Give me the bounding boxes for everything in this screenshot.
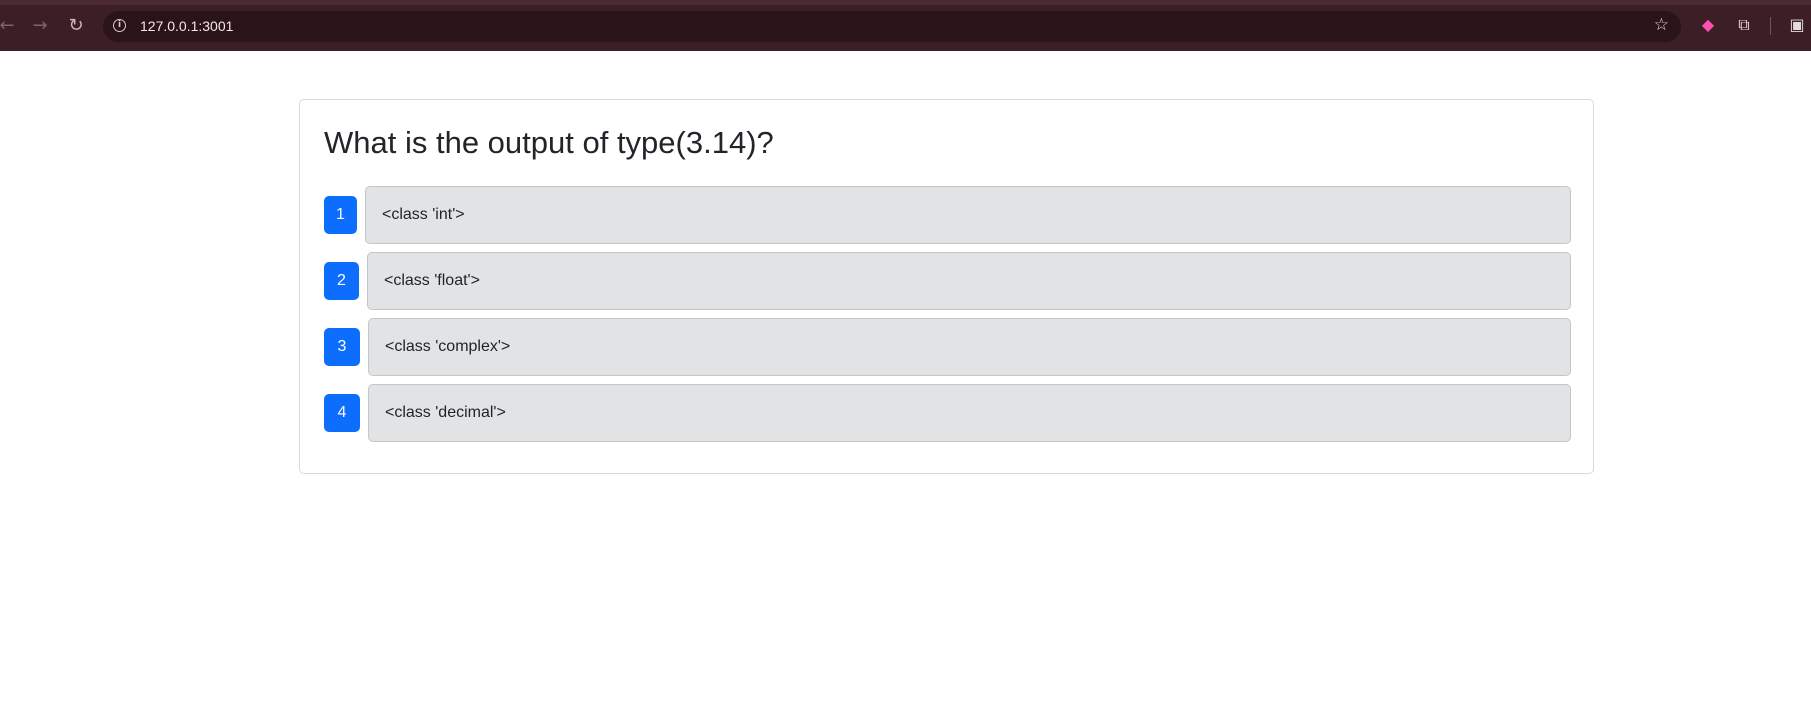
option-button-1[interactable]: <class 'int'>	[365, 186, 1571, 244]
option-row: 2 <class 'float'>	[324, 252, 1571, 310]
reload-icon[interactable]: ↻	[63, 13, 89, 39]
option-button-3[interactable]: <class 'complex'>	[368, 318, 1571, 376]
option-number-badge: 1	[324, 196, 357, 234]
option-button-4[interactable]: <class 'decimal'>	[368, 384, 1571, 442]
question-card: What is the output of type(3.14)? 1 <cla…	[299, 99, 1594, 474]
bookmark-star-icon[interactable]: ☆	[1654, 15, 1669, 35]
option-button-2[interactable]: <class 'float'>	[367, 252, 1571, 310]
toolbar-divider	[1770, 17, 1771, 35]
option-number-badge: 2	[324, 262, 359, 300]
option-row: 3 <class 'complex'>	[324, 318, 1571, 376]
tab-strip	[0, 0, 1811, 5]
option-row: 4 <class 'decimal'>	[324, 384, 1571, 442]
forward-icon[interactable]: →	[27, 13, 53, 39]
site-info-icon[interactable]: i	[113, 19, 126, 32]
option-number-badge: 4	[324, 394, 360, 432]
option-row: 1 <class 'int'>	[324, 186, 1571, 244]
browser-toolbar: ← → ↻ i 127.0.0.1:3001 ☆ ◆ ⧉ ▣	[0, 0, 1811, 51]
extension-icon[interactable]: ◆	[1697, 14, 1719, 36]
address-bar[interactable]: i 127.0.0.1:3001 ☆	[103, 11, 1681, 42]
option-number-badge: 3	[324, 328, 360, 366]
question-title: What is the output of type(3.14)?	[324, 125, 774, 160]
side-panel-icon[interactable]: ▣	[1786, 14, 1808, 36]
back-icon[interactable]: ←	[0, 13, 20, 39]
puzzle-icon[interactable]: ⧉	[1733, 14, 1755, 36]
url-text[interactable]: 127.0.0.1:3001	[140, 18, 233, 34]
